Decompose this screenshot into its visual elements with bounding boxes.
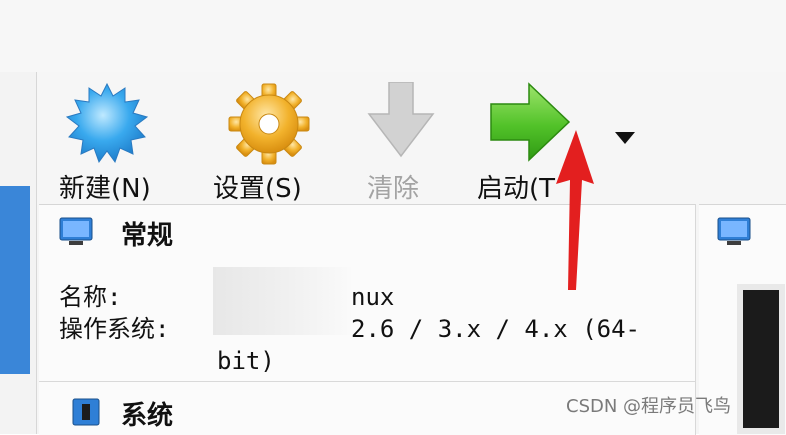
- settings-label: 设置(S): [213, 174, 302, 204]
- toolbar: 新建(N) 设置(S) 清除 启动(T: [37, 72, 786, 204]
- redacted-area: [213, 267, 351, 335]
- new-label: 新建(N): [59, 174, 151, 204]
- name-value: nux: [351, 283, 395, 311]
- watermark: CSDN @程序员飞鸟: [566, 396, 732, 417]
- system-section-title: 系统: [121, 401, 174, 431]
- monitor-icon: [59, 217, 93, 245]
- monitor-icon: [717, 217, 751, 245]
- section-divider: [39, 381, 695, 382]
- clear-button[interactable]: 清除: [367, 82, 487, 204]
- general-section-title: 常规: [121, 221, 174, 251]
- top-strip: [0, 0, 786, 72]
- annotation-arrow: [556, 130, 594, 290]
- down-arrow-icon: [367, 82, 435, 158]
- chip-icon: [72, 398, 100, 426]
- vm-preview: [737, 284, 785, 434]
- left-selection-strip: [0, 186, 30, 374]
- name-label: 名称:: [59, 283, 122, 311]
- os-label: 操作系统:: [59, 315, 170, 343]
- os-value-cont: bit): [217, 347, 275, 375]
- virtualbox-manager: 新建(N) 设置(S) 清除 启动(T 常规 名称: nux 操作系统: 2.6…: [36, 72, 786, 435]
- os-value: 2.6 / 3.x / 4.x (64-: [351, 315, 640, 343]
- settings-button[interactable]: 设置(S): [213, 82, 333, 204]
- triangle-down-icon[interactable]: [615, 132, 635, 146]
- new-button[interactable]: 新建(N): [59, 82, 179, 204]
- gear-icon: [228, 83, 310, 165]
- starburst-icon: [65, 82, 149, 164]
